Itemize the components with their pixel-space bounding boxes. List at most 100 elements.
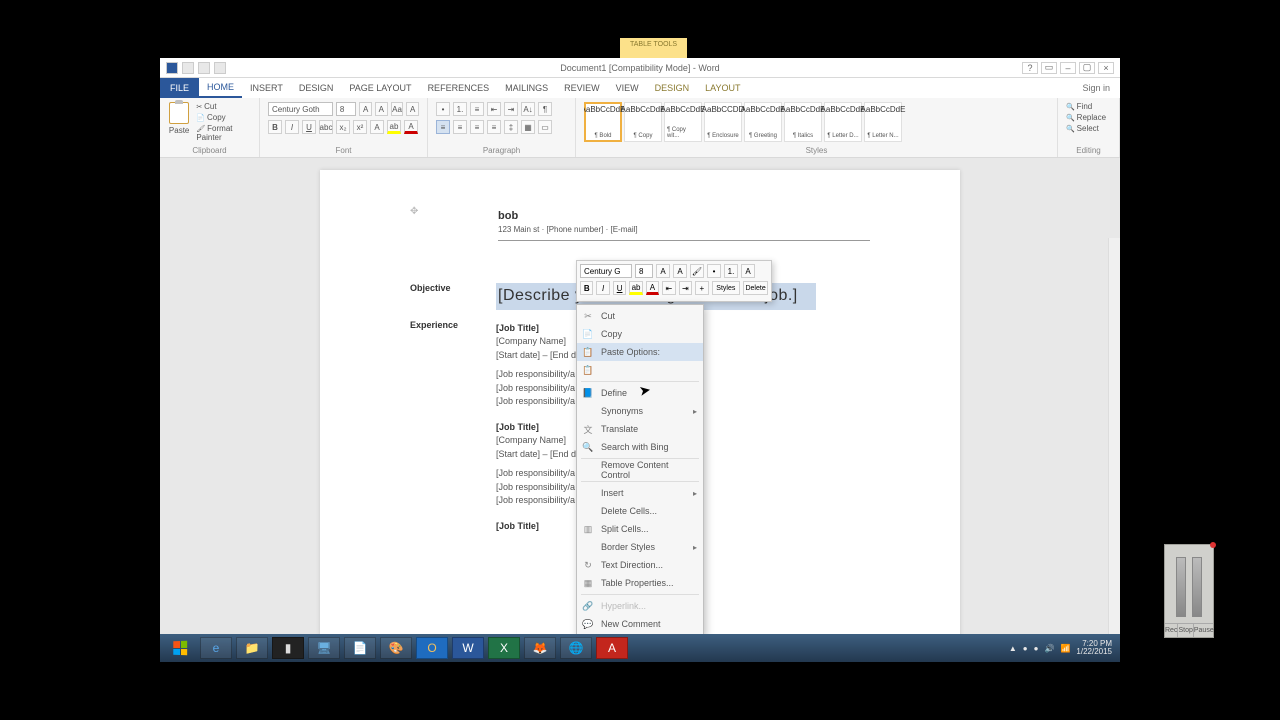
cut-button[interactable]: Cut (196, 102, 251, 111)
stop-button[interactable]: Stop (1178, 624, 1193, 637)
ctx-split-cells[interactable]: ▥Split Cells... (577, 520, 703, 538)
find-button[interactable]: Find (1066, 102, 1111, 111)
mini-grow-font[interactable]: A (656, 264, 670, 278)
numbering-button[interactable]: 1. (453, 102, 467, 116)
ctx-border-styles[interactable]: Border Styles▸ (577, 538, 703, 556)
ctx-hyperlink[interactable]: 🔗Hyperlink... (577, 597, 703, 615)
strikethrough-button[interactable]: abc (319, 120, 333, 134)
tab-insert[interactable]: INSERT (242, 78, 291, 98)
excel-icon[interactable]: X (488, 637, 520, 659)
ctx-insert[interactable]: Insert▸ (577, 484, 703, 502)
mini-insert[interactable]: + (695, 281, 708, 295)
ctx-remove-content-control[interactable]: Remove Content Control (577, 461, 703, 479)
tray-icon[interactable]: 🔊 (1044, 644, 1054, 653)
mini-format-painter[interactable]: 🖌 (690, 264, 704, 278)
clear-formatting-button[interactable]: A (406, 102, 419, 116)
shrink-font-button[interactable]: A (375, 102, 388, 116)
help-button[interactable]: ? (1022, 62, 1038, 74)
style-chip[interactable]: AaBbCCDD¶ Enclosure (704, 102, 742, 142)
ctx-table-properties[interactable]: ▦Table Properties... (577, 574, 703, 592)
tab-references[interactable]: REFERENCES (420, 78, 498, 98)
clock[interactable]: 7:20 PM 1/22/2015 (1076, 640, 1112, 656)
style-chip[interactable]: AaBbCcDdE¶ Letter N... (864, 102, 902, 142)
mini-styles-dropdown[interactable]: Styles (712, 281, 741, 295)
volume-meter-widget[interactable]: Rec Stop Pause (1164, 544, 1214, 638)
bold-button[interactable]: B (268, 120, 282, 134)
chrome-icon[interactable]: 🌐 (560, 637, 592, 659)
mini-underline[interactable]: U (613, 281, 626, 295)
tab-table-layout[interactable]: LAYOUT (697, 78, 748, 98)
tab-mailings[interactable]: MAILINGS (497, 78, 556, 98)
bullets-button[interactable]: • (436, 102, 450, 116)
ctx-search-bing[interactable]: 🔍Search with Bing (577, 438, 703, 456)
outlook-icon[interactable]: O (416, 637, 448, 659)
line-spacing-button[interactable]: ‡ (504, 120, 518, 134)
justify-button[interactable]: ≡ (487, 120, 501, 134)
close-button[interactable]: × (1098, 62, 1114, 74)
style-chip[interactable]: AaBbCcDdE¶ Italics (784, 102, 822, 142)
ctx-delete-cells[interactable]: Delete Cells... (577, 502, 703, 520)
mini-indent-dec[interactable]: ⇤ (662, 281, 675, 295)
pause-button[interactable]: Pause (1194, 624, 1214, 637)
document-area[interactable]: ✥ bob 123 Main st · [Phone number] · [E-… (160, 158, 1120, 646)
cmd-icon[interactable]: ▮ (272, 637, 304, 659)
style-chip[interactable]: AaBbCcDdE¶ Bold (584, 102, 622, 142)
mini-font-color[interactable]: A (646, 281, 659, 295)
firefox-icon[interactable]: 🦊 (524, 637, 556, 659)
mini-font-combo[interactable]: Century G (580, 264, 632, 278)
mini-delete[interactable]: Delete (743, 281, 768, 295)
maximize-button[interactable]: ▢ (1079, 62, 1095, 74)
style-chip[interactable]: AaBbCcDdE¶ Greeting (744, 102, 782, 142)
align-left-button[interactable]: ≡ (436, 120, 450, 134)
tray-icon[interactable]: ▲ (1009, 644, 1017, 653)
ribbon-collapse-button[interactable]: ▭ (1041, 62, 1057, 74)
decrease-indent-button[interactable]: ⇤ (487, 102, 501, 116)
font-size-combo[interactable]: 8 (336, 102, 356, 116)
change-case-button[interactable]: Aa (391, 102, 404, 116)
start-button[interactable] (164, 637, 196, 659)
styles-gallery[interactable]: AaBbCcDdE¶ BoldAaBbCcDdE¶ Copy AaBbCcDdE¶… (584, 102, 1049, 142)
replace-button[interactable]: Replace (1066, 113, 1111, 122)
save-button[interactable] (182, 62, 194, 74)
align-right-button[interactable]: ≡ (470, 120, 484, 134)
word-icon[interactable]: W (452, 637, 484, 659)
sign-in-link[interactable]: Sign in (1082, 83, 1120, 93)
ctx-paste-options[interactable]: 📋Paste Options: (577, 343, 703, 361)
ctx-synonyms[interactable]: Synonyms▸ (577, 402, 703, 420)
increase-indent-button[interactable]: ⇥ (504, 102, 518, 116)
grow-font-button[interactable]: A (359, 102, 372, 116)
superscript-button[interactable]: x² (353, 120, 367, 134)
shading-button[interactable]: ▦ (521, 120, 535, 134)
notepad-icon[interactable]: 📄 (344, 637, 376, 659)
style-chip[interactable]: AaBbCcDdE¶ Copy (624, 102, 662, 142)
mini-indent-inc[interactable]: ⇥ (679, 281, 692, 295)
ctx-define[interactable]: 📘Define (577, 384, 703, 402)
ctx-new-comment[interactable]: 💬New Comment (577, 615, 703, 633)
vertical-scrollbar[interactable] (1108, 238, 1120, 646)
mini-numbering[interactable]: 1. (724, 264, 738, 278)
tab-home[interactable]: HOME (199, 78, 242, 98)
ie-icon[interactable]: e (200, 637, 232, 659)
resume-contact[interactable]: 123 Main st · [Phone number] · [E-mail] (498, 225, 870, 234)
tab-review[interactable]: REVIEW (556, 78, 608, 98)
ctx-translate[interactable]: 文Translate (577, 420, 703, 438)
tab-design[interactable]: DESIGN (291, 78, 342, 98)
paint-icon[interactable]: 🎨 (380, 637, 412, 659)
tray-icon[interactable]: ● (1023, 644, 1028, 653)
word-icon[interactable] (166, 62, 178, 74)
multilevel-list-button[interactable]: ≡ (470, 102, 484, 116)
text-effects-button[interactable]: A (370, 120, 384, 134)
minimize-button[interactable]: – (1060, 62, 1076, 74)
file-explorer-icon[interactable]: 📁 (236, 637, 268, 659)
section-experience-label[interactable]: Experience (410, 320, 476, 534)
tab-table-design[interactable]: DESIGN (647, 78, 698, 98)
show-marks-button[interactable]: ¶ (538, 102, 552, 116)
copy-button[interactable]: Copy (196, 113, 251, 122)
borders-button[interactable]: ▭ (538, 120, 552, 134)
subscript-button[interactable]: x₂ (336, 120, 350, 134)
style-chip[interactable]: AaBbCcDdE¶ Letter D... (824, 102, 862, 142)
tab-view[interactable]: VIEW (608, 78, 647, 98)
table-handle-icon[interactable]: ✥ (410, 206, 418, 217)
ctx-cut[interactable]: ✂Cut (577, 307, 703, 325)
desktop-icon[interactable]: 🖥 (308, 637, 340, 659)
